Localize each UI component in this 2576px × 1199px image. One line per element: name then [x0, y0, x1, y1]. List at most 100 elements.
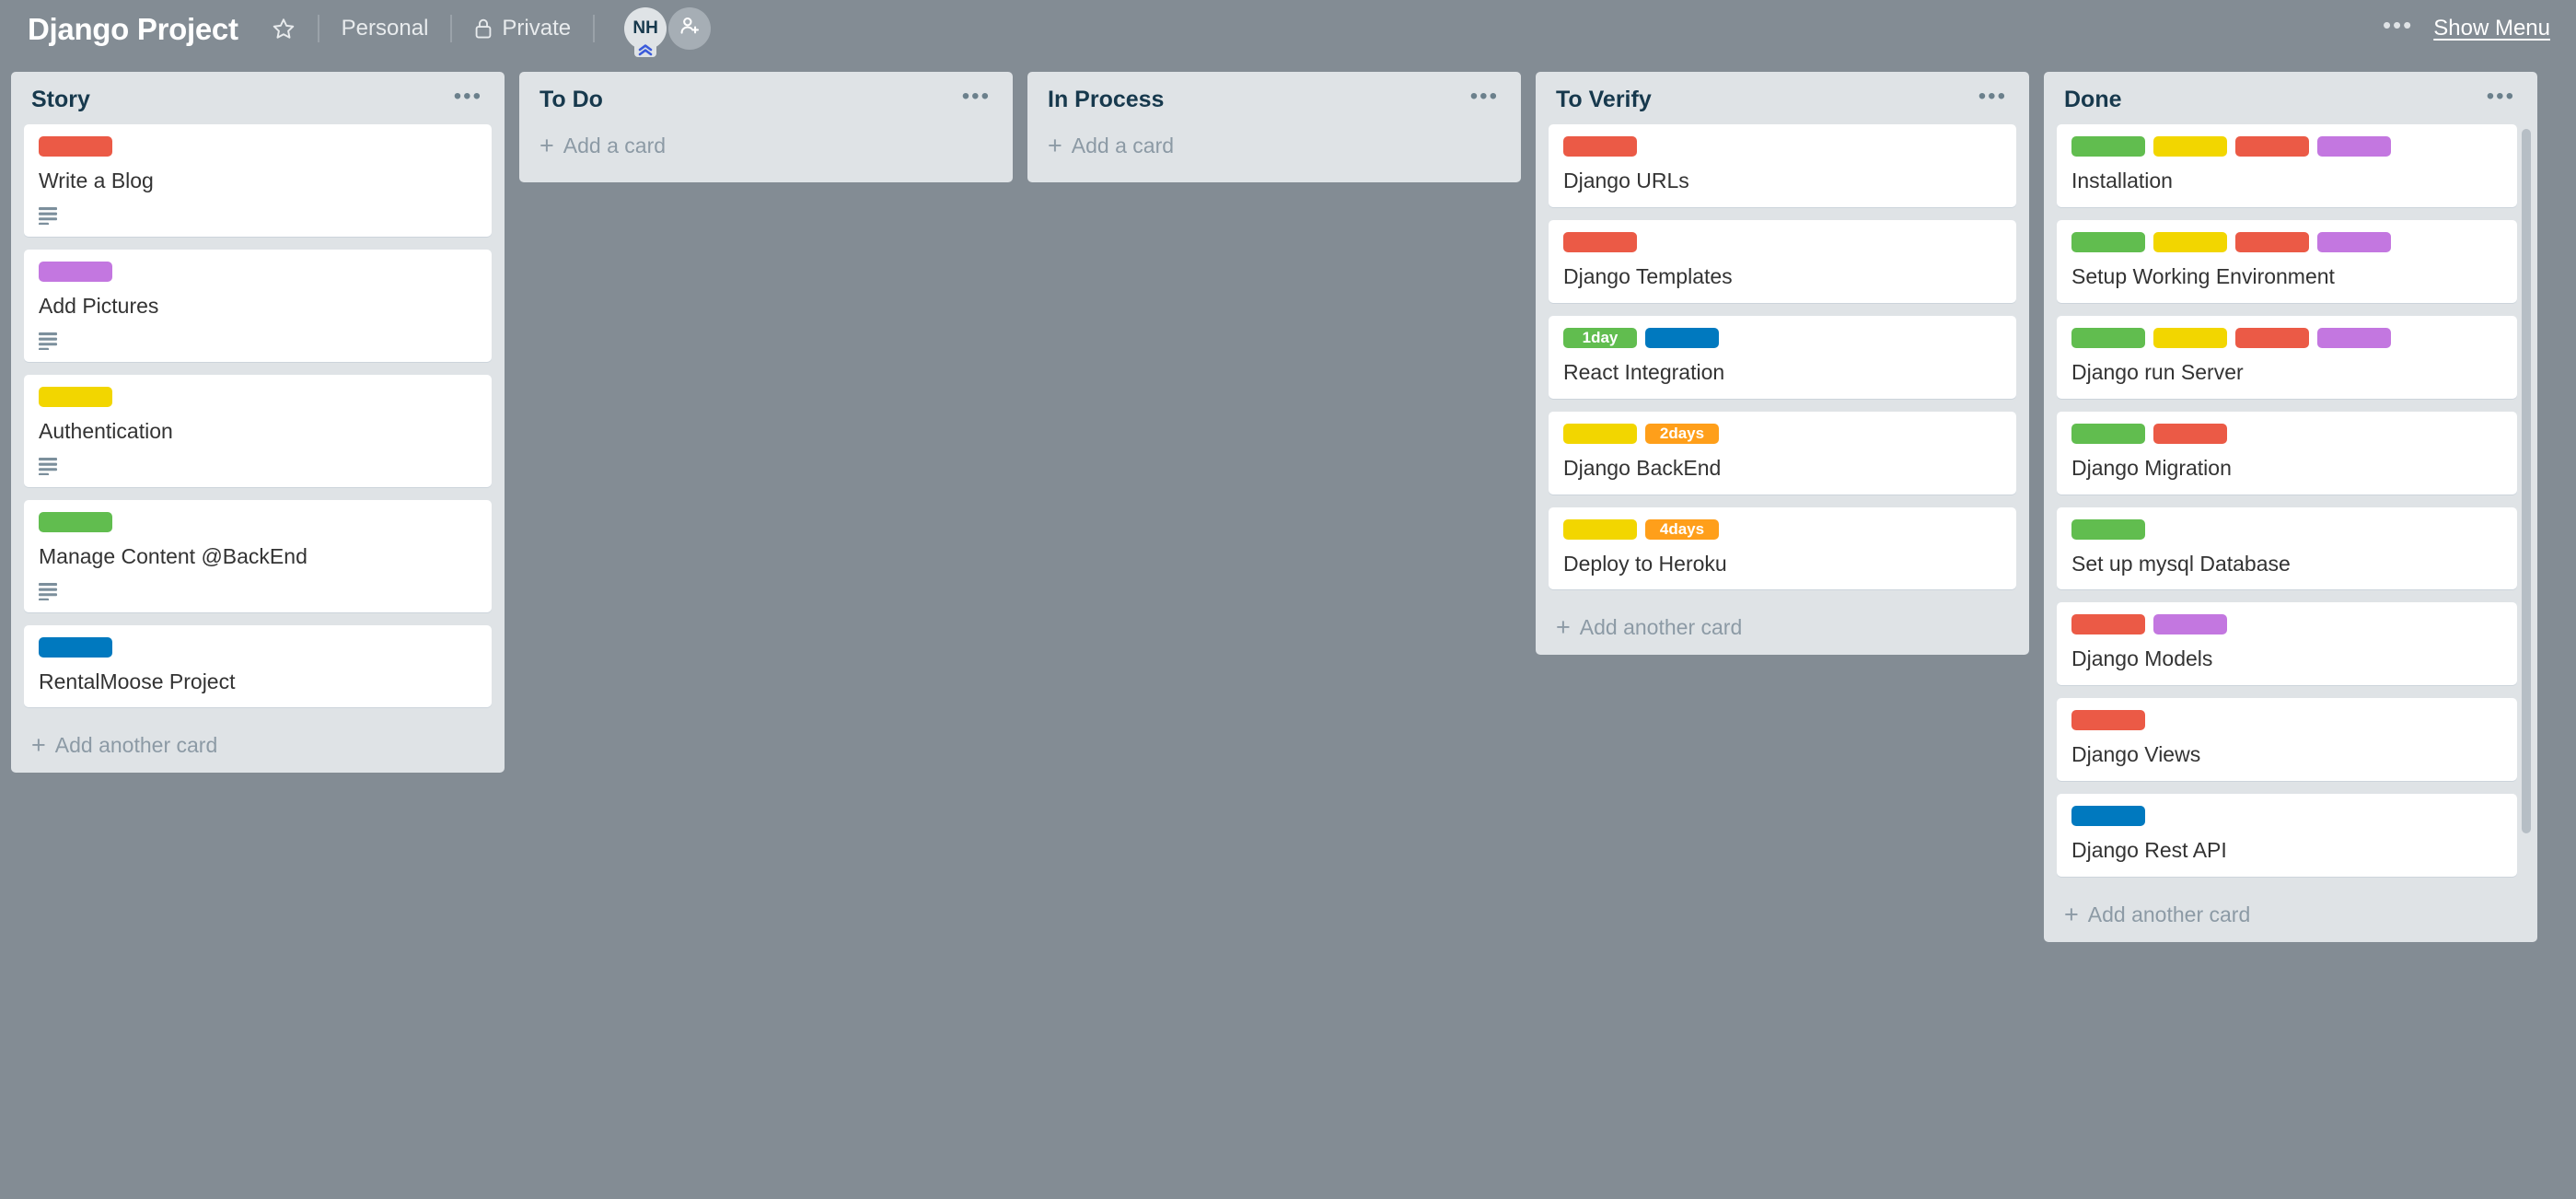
- card-label[interactable]: [2235, 327, 2309, 348]
- card-label[interactable]: [1563, 518, 1637, 540]
- board-horizontal-scrollbar[interactable]: [0, 1184, 2576, 1199]
- card-label[interactable]: [2153, 614, 2227, 635]
- list-title[interactable]: To Do: [540, 88, 603, 111]
- list-scrollbar-thumb[interactable]: [2522, 129, 2531, 834]
- card-label[interactable]: [39, 261, 112, 282]
- list-title[interactable]: In Process: [1048, 88, 1164, 111]
- description-icon: [39, 332, 59, 350]
- card[interactable]: 2days Django BackEnd: [1549, 411, 2016, 495]
- card-label[interactable]: 4days: [1645, 518, 1719, 540]
- card-label[interactable]: [2153, 423, 2227, 444]
- list-to-verify: To Verify ••• Django URLs Django Templates 1…: [1536, 72, 2029, 656]
- visibility-label: Private: [502, 16, 572, 41]
- add-member-button[interactable]: [668, 7, 712, 50]
- card-label[interactable]: [1563, 231, 1637, 252]
- card-badges: [39, 457, 479, 475]
- card-label[interactable]: [2071, 806, 2145, 827]
- card-label[interactable]: [2071, 231, 2145, 252]
- card-title: Setup Working Environment: [2071, 263, 2335, 288]
- card-label[interactable]: [2071, 614, 2145, 635]
- card-label[interactable]: [2153, 231, 2227, 252]
- list-done: Done ••• Installation Setup Working Environ…: [2044, 72, 2537, 943]
- board-more-menu-icon[interactable]: •••: [2383, 13, 2413, 38]
- card-label[interactable]: [2317, 327, 2391, 348]
- list-menu-icon[interactable]: •••: [2487, 86, 2519, 108]
- card-label[interactable]: [2071, 423, 2145, 444]
- list-title[interactable]: Story: [31, 88, 90, 111]
- card[interactable]: RentalMoose Project: [24, 624, 492, 708]
- card[interactable]: Django URLs: [1549, 124, 2016, 207]
- plus-icon: +: [2064, 900, 2079, 928]
- card[interactable]: Manage Content @BackEnd: [24, 499, 492, 612]
- card[interactable]: 4days Deploy to Heroku: [1549, 506, 2016, 590]
- card-labels: [1563, 136, 2003, 157]
- card-title: Django run Server: [2071, 359, 2244, 384]
- list-title[interactable]: Done: [2064, 88, 2122, 111]
- card[interactable]: Django Migration: [2057, 411, 2517, 495]
- card-label[interactable]: [1563, 136, 1637, 157]
- workspace-button[interactable]: Personal: [332, 12, 438, 45]
- card[interactable]: Django run Server: [2057, 315, 2517, 399]
- card-label[interactable]: [1563, 423, 1637, 444]
- add-person-icon: [678, 14, 702, 43]
- avatar-initials: NH: [632, 18, 658, 38]
- card[interactable]: 1day React Integration: [1549, 315, 2016, 399]
- card[interactable]: Setup Working Environment: [2057, 219, 2517, 303]
- card-label[interactable]: [2153, 136, 2227, 157]
- card-label[interactable]: [39, 511, 112, 532]
- card-labels: 1day: [1563, 327, 2003, 348]
- card[interactable]: Authentication: [24, 374, 492, 487]
- list-title[interactable]: To Verify: [1556, 88, 1652, 111]
- card-label[interactable]: [2317, 231, 2391, 252]
- card[interactable]: Write a Blog: [24, 124, 492, 237]
- card[interactable]: Installation: [2057, 124, 2517, 207]
- list-menu-icon[interactable]: •••: [962, 86, 994, 108]
- card-label[interactable]: [1645, 327, 1719, 348]
- card[interactable]: Set up mysql Database: [2057, 506, 2517, 590]
- card-label[interactable]: [2153, 327, 2227, 348]
- card[interactable]: Add Pictures: [24, 249, 492, 362]
- show-menu-button[interactable]: Show Menu: [2433, 16, 2550, 41]
- card[interactable]: Django Views: [2057, 698, 2517, 782]
- card-labels: [2071, 518, 2504, 540]
- list-scrollbar[interactable]: [2522, 129, 2531, 863]
- list-menu-icon[interactable]: •••: [454, 86, 486, 108]
- card-label[interactable]: [2235, 231, 2309, 252]
- add-card-button[interactable]: + Add another card: [2044, 890, 2537, 942]
- card-labels: [39, 386, 479, 407]
- card[interactable]: Django Models: [2057, 602, 2517, 686]
- card-label[interactable]: 2days: [1645, 423, 1719, 444]
- list-menu-icon[interactable]: •••: [1470, 86, 1503, 108]
- add-card-button[interactable]: + Add a card: [519, 124, 1013, 182]
- card-label[interactable]: [2071, 327, 2145, 348]
- list-menu-icon[interactable]: •••: [1978, 86, 2011, 108]
- card-label[interactable]: [39, 136, 112, 157]
- card-label[interactable]: [2235, 136, 2309, 157]
- board-title[interactable]: Django Project: [28, 14, 238, 44]
- add-card-button[interactable]: + Add another card: [11, 720, 505, 773]
- card-labels: [2071, 710, 2504, 731]
- card-labels: [2071, 327, 2504, 348]
- card-label[interactable]: [39, 386, 112, 407]
- list-cards: Installation Setup Working Environment Dja…: [2044, 124, 2537, 890]
- card-label[interactable]: [2071, 710, 2145, 731]
- card-label[interactable]: [39, 636, 112, 658]
- card[interactable]: Django Templates: [1549, 219, 2016, 303]
- list-header: Story •••: [11, 72, 505, 124]
- board-canvas: Story ••• Write a Blog Add Pictures Authenti…: [0, 57, 2576, 1199]
- card-label[interactable]: [2317, 136, 2391, 157]
- add-card-button[interactable]: + Add a card: [1027, 124, 1521, 182]
- card-title: Django Migration: [2071, 455, 2232, 480]
- avatar[interactable]: NH: [624, 7, 667, 57]
- visibility-button[interactable]: Private: [465, 12, 580, 45]
- description-icon: [39, 457, 59, 475]
- star-icon[interactable]: [262, 11, 305, 46]
- card-label[interactable]: 1day: [1563, 327, 1637, 348]
- add-card-button[interactable]: + Add another card: [1536, 602, 2029, 655]
- card-label[interactable]: [2071, 518, 2145, 540]
- card-label[interactable]: [2071, 136, 2145, 157]
- card-title: React Integration: [1563, 359, 1725, 384]
- card[interactable]: Django Rest API: [2057, 794, 2517, 878]
- card-title: Django Rest API: [2071, 838, 2227, 863]
- card-labels: [2071, 423, 2504, 444]
